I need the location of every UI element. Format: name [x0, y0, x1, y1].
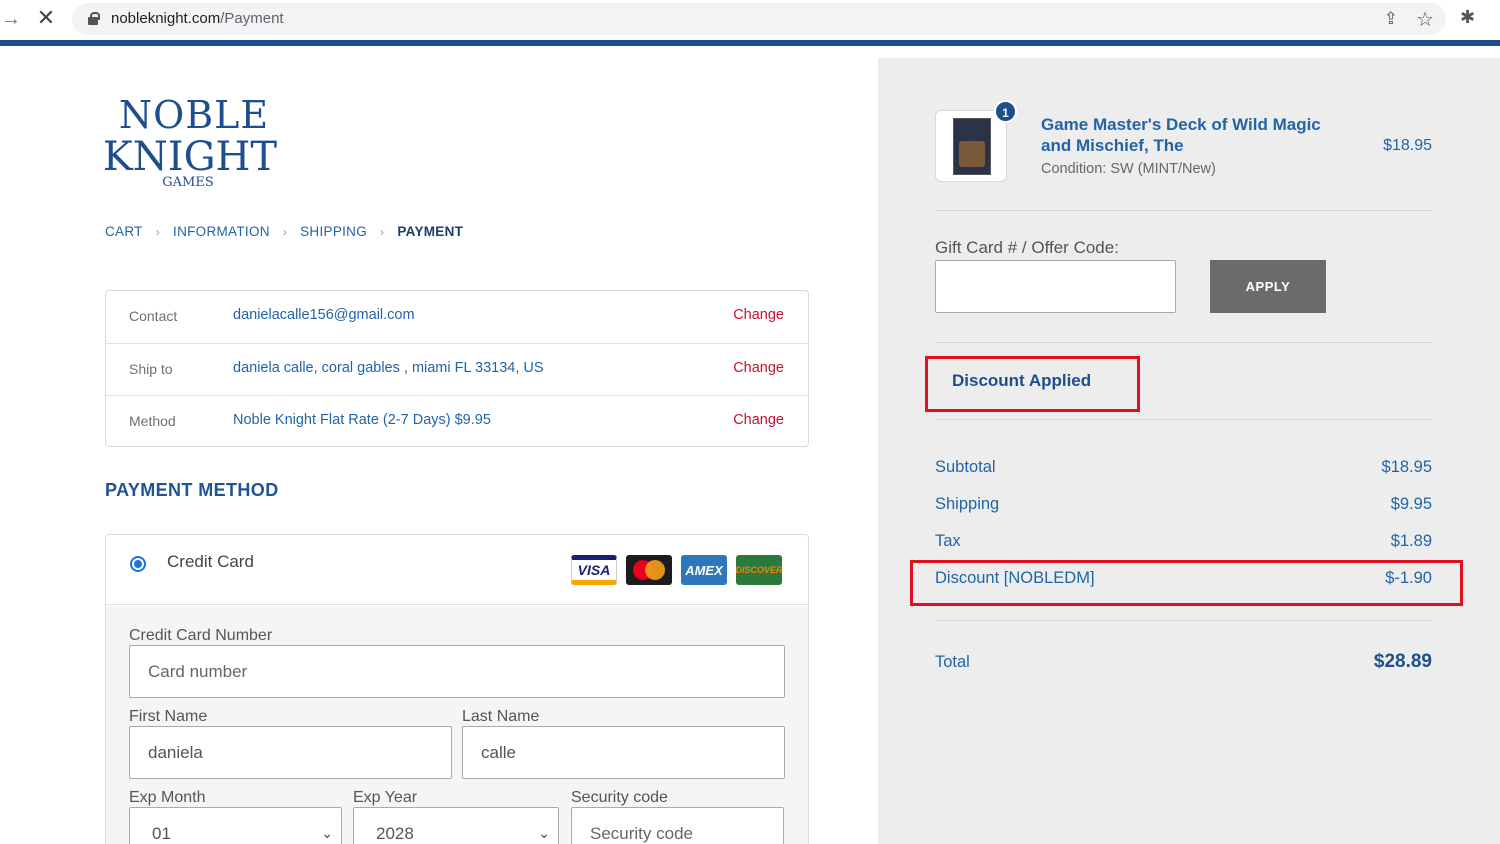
exp-year-select[interactable]: 2028 ⌄ — [353, 807, 559, 844]
breadcrumb-payment: PAYMENT — [397, 224, 464, 239]
review-label: Contact — [129, 308, 178, 324]
tax-label: Tax — [935, 532, 961, 550]
card-number-label: Credit Card Number — [129, 627, 273, 644]
url-text[interactable]: nobleknight.com/Payment — [111, 10, 284, 27]
svg-text:KNIGHT: KNIGHT — [104, 134, 277, 180]
browser-toolbar: → ✕ nobleknight.com/Payment ⇪ ☆ ✱ — [0, 0, 1500, 40]
extensions-puzzle-icon[interactable]: ✱ — [1460, 7, 1475, 28]
product-title[interactable]: Game Master's Deck of Wild Magic and Mis… — [1041, 114, 1351, 156]
subtotal-label: Subtotal — [935, 458, 996, 476]
credit-card-radio[interactable] — [130, 556, 146, 572]
breadcrumb: CART › INFORMATION › SHIPPING › PAYMENT — [105, 224, 463, 239]
svg-text:NOBLE: NOBLE — [119, 94, 269, 137]
subtotal-value: $18.95 — [1381, 458, 1432, 476]
breadcrumb-information[interactable]: INFORMATION — [173, 224, 270, 239]
exp-month-select[interactable]: 01 ⌄ — [129, 807, 342, 844]
shipping-label: Shipping — [935, 495, 1000, 513]
shipping-row: Shipping $9.95 — [935, 495, 1432, 517]
page-load-progress-bar — [0, 40, 1500, 46]
svg-text:GAMES: GAMES — [162, 175, 213, 190]
review-label: Ship to — [129, 361, 173, 377]
discover-logo-icon: DISCOVER — [736, 555, 783, 585]
gift-card-label: Gift Card # / Offer Code: — [935, 238, 1119, 257]
exp-year-label: Exp Year — [353, 789, 418, 806]
total-label: Total — [935, 653, 970, 671]
first-name-input[interactable]: daniela — [129, 726, 452, 779]
order-review-box: Contact danielacalle156@gmail.com Change… — [105, 290, 809, 447]
review-row-method: Method Noble Knight Flat Rate (2-7 Days)… — [106, 395, 808, 447]
stop-loading-icon[interactable]: ✕ — [34, 6, 58, 30]
tax-value: $1.89 — [1390, 532, 1432, 550]
review-row-contact: Contact danielacalle156@gmail.com Change — [106, 291, 808, 343]
credit-card-option[interactable]: Credit Card VISA AMEX DISCOVER — [106, 535, 808, 605]
tax-row: Tax $1.89 — [935, 532, 1432, 554]
review-value: daniela calle, coral gables , miami FL 3… — [233, 360, 544, 376]
mastercard-logo-icon — [626, 555, 672, 585]
divider — [935, 419, 1432, 420]
change-contact-link[interactable]: Change — [733, 307, 784, 323]
lock-icon — [88, 12, 100, 25]
product-price: $18.95 — [1383, 137, 1432, 154]
last-name-label: Last Name — [462, 708, 540, 725]
product-condition: Condition: SW (MINT/New) — [1041, 161, 1216, 177]
breadcrumb-cart[interactable]: CART — [105, 224, 143, 239]
card-number-input[interactable]: Card number — [129, 645, 785, 698]
chevron-right-icon: › — [380, 224, 385, 239]
card-logos: VISA AMEX DISCOVER — [571, 555, 783, 585]
highlight-box-discount-row — [910, 560, 1463, 606]
change-method-link[interactable]: Change — [733, 412, 784, 428]
exp-month-label: Exp Month — [129, 789, 206, 806]
share-icon[interactable]: ⇪ — [1384, 9, 1398, 29]
security-code-label: Security code — [571, 789, 668, 806]
discount-applied-message: Discount Applied — [952, 371, 1092, 390]
last-name-input[interactable]: calle — [462, 726, 785, 779]
apply-button[interactable]: APPLY — [1210, 260, 1326, 313]
first-name-label: First Name — [129, 708, 208, 725]
chevron-right-icon: › — [282, 224, 288, 239]
credit-card-label: Credit Card — [167, 552, 254, 571]
review-value: Noble Knight Flat Rate (2-7 Days) $9.95 — [233, 412, 491, 428]
total-row: Total $28.89 — [935, 651, 1432, 675]
divider — [935, 620, 1432, 621]
forward-arrow-icon[interactable]: → — [0, 8, 22, 30]
logo-graphic: NOBLE KNIGHT GAMES — [103, 93, 278, 190]
divider — [935, 210, 1432, 211]
amex-logo-icon: AMEX — [681, 555, 727, 585]
divider — [935, 342, 1432, 343]
noble-knight-logo[interactable]: NOBLE KNIGHT GAMES — [103, 93, 284, 194]
review-row-ship-to: Ship to daniela calle, coral gables , mi… — [106, 343, 808, 395]
review-value: danielacalle156@gmail.com — [233, 307, 415, 323]
address-bar[interactable]: nobleknight.com/Payment ⇪ ☆ — [72, 3, 1446, 35]
chevron-down-icon: ⌄ — [321, 825, 333, 841]
quantity-badge: 1 — [994, 100, 1017, 123]
visa-logo-icon: VISA — [571, 555, 617, 585]
total-value: $28.89 — [1373, 651, 1432, 672]
breadcrumb-shipping[interactable]: SHIPPING — [300, 224, 367, 239]
bookmark-star-icon[interactable]: ☆ — [1416, 7, 1434, 32]
security-code-input[interactable]: Security code — [571, 807, 784, 844]
subtotal-row: Subtotal $18.95 — [935, 458, 1432, 480]
shipping-value: $9.95 — [1390, 495, 1432, 513]
payment-method-heading: PAYMENT METHOD — [105, 480, 279, 500]
review-label: Method — [129, 413, 176, 429]
chevron-right-icon: › — [155, 224, 161, 239]
chevron-down-icon: ⌄ — [538, 825, 550, 841]
gift-card-input[interactable] — [935, 260, 1176, 313]
change-ship-to-link[interactable]: Change — [733, 360, 784, 376]
product-thumbnail — [935, 110, 1007, 182]
